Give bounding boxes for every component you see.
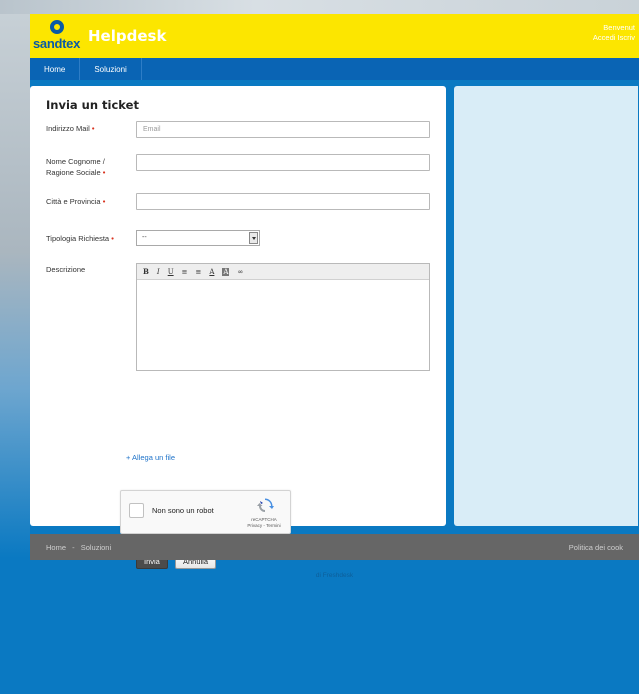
editor-toolbar: B I U ≡ ≡ A A ∞ (137, 264, 429, 280)
type-label: Tipologia Richiesta • (46, 234, 114, 243)
page-title: Invia un ticket (46, 98, 139, 112)
recaptcha-logo-icon (257, 498, 274, 512)
bold-icon[interactable]: B (143, 267, 149, 276)
required-mark: • (102, 197, 106, 206)
city-label: Città e Provincia • (46, 197, 106, 206)
italic-icon[interactable]: I (157, 268, 160, 276)
recaptcha-checkbox[interactable] (129, 503, 144, 518)
sidebar-panel (454, 86, 638, 526)
user-links: Benvenut Accedi Iscriv (593, 23, 635, 43)
breadcrumb-separator: - (72, 542, 75, 552)
footer-link-solutions[interactable]: Soluzioni (81, 543, 111, 552)
welcome-text: Benvenut (603, 23, 635, 32)
background-photo-top (0, 0, 639, 14)
underline-icon[interactable]: U (168, 268, 174, 276)
request-type-select[interactable]: -- (136, 230, 260, 246)
email-label: Indirizzo Mail • (46, 124, 95, 133)
name-label: Nome Cognome / Ragione Sociale • (46, 157, 106, 177)
numbered-list-icon[interactable]: ≡ (195, 268, 201, 276)
name-field[interactable] (136, 154, 430, 171)
required-mark: • (91, 124, 95, 133)
email-field[interactable]: Email (136, 121, 430, 138)
ticket-form-card: Invia un ticket Indirizzo Mail • Email N… (30, 86, 446, 569)
bulleted-list-icon[interactable]: ≡ (182, 268, 188, 276)
breadcrumb: Home - Soluzioni (46, 543, 569, 552)
background-photo-left (0, 14, 30, 694)
nav-item-solutions[interactable]: Soluzioni (80, 58, 142, 80)
powered-by[interactable]: di Freshdesk (30, 572, 639, 579)
portal-header: sandtex Helpdesk Benvenut Accedi Iscriv (30, 14, 639, 58)
background-color-icon[interactable]: A (222, 267, 230, 276)
font-color-icon[interactable]: A (209, 268, 214, 276)
recaptcha-brand: reCAPTCHA Privacy - Termini (244, 517, 284, 529)
footer-link-home[interactable]: Home (46, 543, 66, 552)
main-nav: Home Soluzioni (30, 58, 639, 80)
recaptcha-label: Non sono un robot (152, 506, 214, 515)
sandtex-logo[interactable]: sandtex (30, 14, 88, 58)
recaptcha-privacy-terms[interactable]: Privacy - Termini (244, 523, 284, 529)
description-label: Descrizione (46, 265, 86, 274)
helpdesk-title: Helpdesk (88, 27, 167, 45)
required-mark: • (111, 234, 114, 243)
attach-file-link[interactable]: + Allega un file (126, 453, 175, 462)
required-mark: • (102, 168, 106, 177)
recaptcha-widget: Non sono un robot reCAPTCHA Privacy - Te… (120, 490, 291, 534)
description-editor[interactable]: B I U ≡ ≡ A A ∞ (136, 263, 430, 371)
main-content: Invia un ticket Indirizzo Mail • Email N… (30, 86, 639, 569)
portal-wrapper: sandtex Helpdesk Benvenut Accedi Iscriv … (30, 14, 639, 569)
nav-item-home[interactable]: Home (30, 58, 81, 80)
city-field[interactable] (136, 193, 430, 210)
request-type-value: -- (142, 234, 147, 241)
cookie-policy-link[interactable]: Politica dei cook (569, 543, 623, 552)
portal-footer: Home - Soluzioni Politica dei cook (30, 534, 639, 560)
logo-ring-icon (50, 20, 64, 34)
login-signup-links[interactable]: Accedi Iscriv (593, 33, 635, 43)
logo-text: sandtex (33, 36, 81, 51)
link-icon[interactable]: ∞ (237, 268, 243, 276)
chevron-down-icon[interactable] (249, 232, 258, 244)
